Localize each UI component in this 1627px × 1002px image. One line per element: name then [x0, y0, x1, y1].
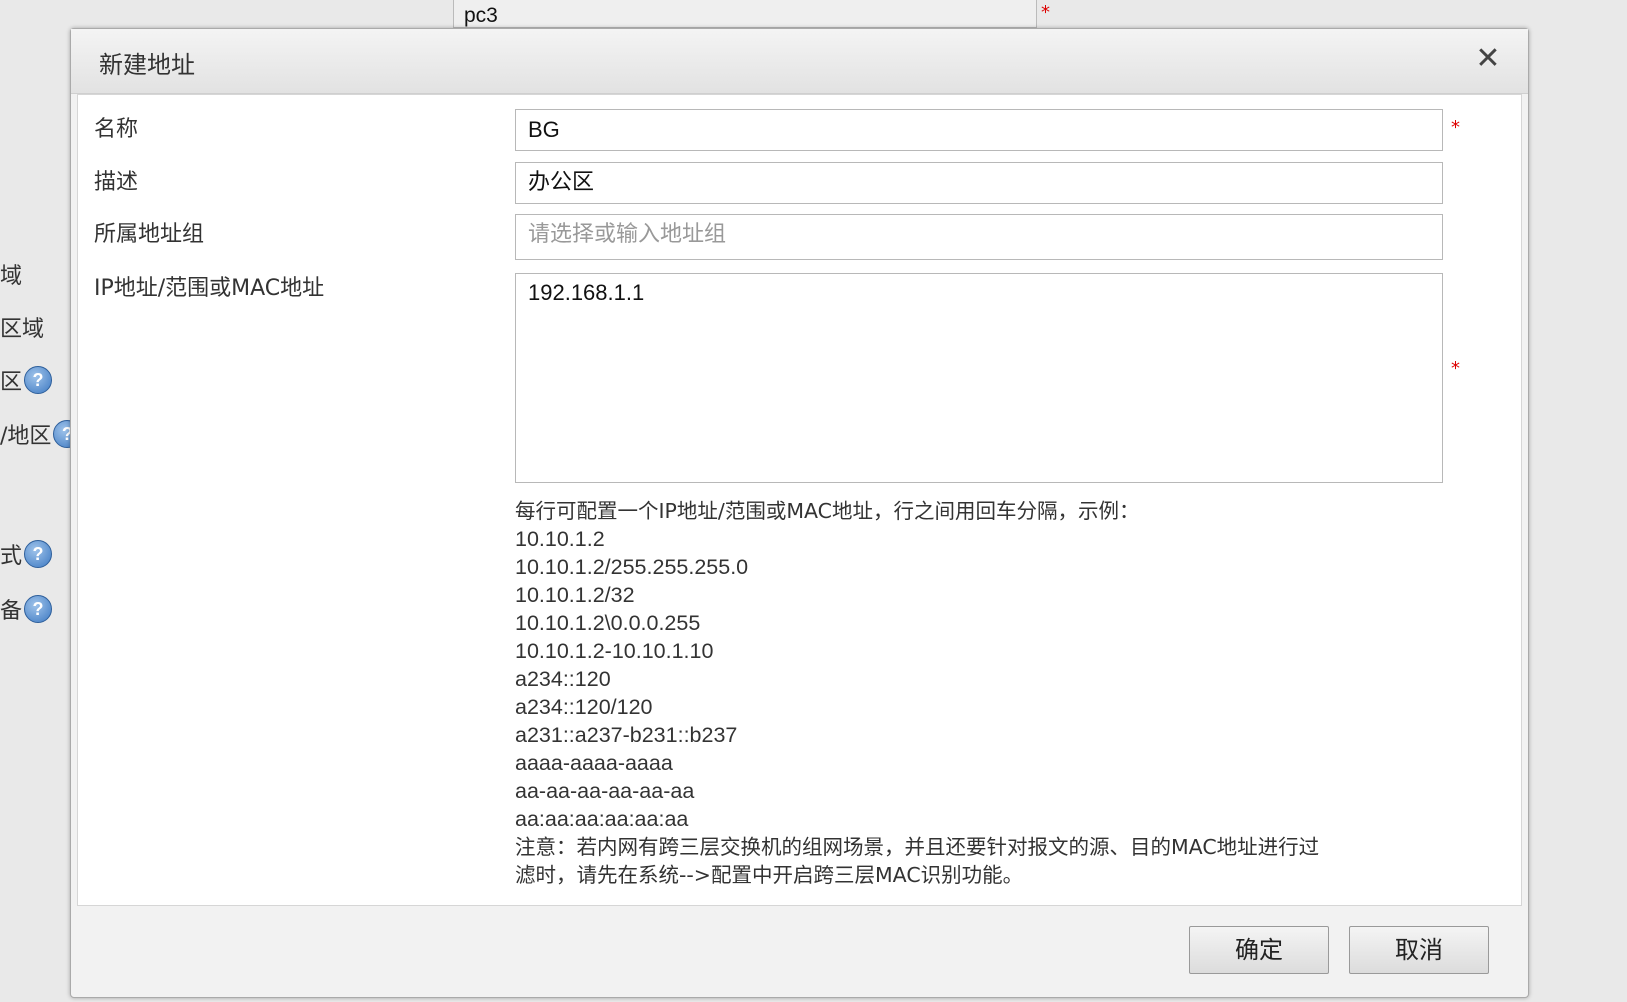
- address-label: IP地址/范围或MAC地址: [94, 276, 325, 301]
- dialog-header[interactable]: 新建地址 ✕: [71, 29, 1528, 94]
- background-left-label: 域: [0, 264, 23, 289]
- address-group-label: 所属地址组: [94, 222, 205, 247]
- help-example: aa:aa:aa:aa:aa:aa: [515, 807, 689, 831]
- dialog-body: 名称 BG * 描述 办公区 所属地址组 请选择或输入地址组 IP地址/范围或M…: [77, 94, 1522, 906]
- new-address-dialog: 新建地址 ✕ 名称 BG * 描述 办公区 所属地址组 请选择或输入地址组 IP…: [70, 28, 1529, 998]
- background-cell-text: pc3: [464, 4, 498, 27]
- background-required-marker: *: [1041, 2, 1050, 23]
- help-example: aaaa-aaaa-aaaa: [515, 751, 673, 775]
- name-input[interactable]: BG: [515, 109, 1443, 151]
- address-help-text: 每行可配置一个IP地址/范围或MAC地址，行之间用回车分隔，示例： 10.10.…: [515, 497, 1475, 889]
- cancel-button[interactable]: 取消: [1349, 926, 1489, 974]
- address-group-select[interactable]: 请选择或输入地址组: [515, 214, 1443, 260]
- help-note: 滤时，请先在系统-->配置中开启跨三层MAC识别功能。: [515, 863, 1024, 887]
- name-label: 名称: [94, 117, 139, 142]
- help-example: 10.10.1.2-10.10.1.10: [515, 639, 714, 663]
- background-left-label: 备 ?: [0, 593, 53, 625]
- help-example: a231::a237-b231::b237: [515, 723, 738, 747]
- help-intro: 每行可配置一个IP地址/范围或MAC地址，行之间用回车分隔，示例：: [515, 499, 1140, 523]
- help-icon[interactable]: ?: [24, 595, 53, 623]
- help-example: 10.10.1.2/255.255.255.0: [515, 555, 749, 579]
- help-example: 10.10.1.2/32: [515, 583, 635, 607]
- background-left-label: 区域: [0, 317, 45, 342]
- help-example: aa-aa-aa-aa-aa-aa: [515, 779, 695, 803]
- required-marker: *: [1451, 117, 1460, 138]
- background-table-cell: pc3: [453, 0, 1037, 28]
- description-input[interactable]: 办公区: [515, 162, 1443, 204]
- help-icon[interactable]: ?: [24, 366, 53, 394]
- help-example: 10.10.1.2\0.0.0.255: [515, 611, 701, 635]
- help-example: 10.10.1.2: [515, 527, 605, 551]
- help-note: 注意：若内网有跨三层交换机的组网场景，并且还要针对报文的源、目的MAC地址进行过: [515, 835, 1320, 859]
- background-left-label: 区 ?: [0, 364, 53, 396]
- address-textarea[interactable]: 192.168.1.1: [515, 273, 1443, 483]
- close-icon[interactable]: ✕: [1470, 41, 1506, 77]
- required-marker: *: [1451, 358, 1460, 379]
- description-label: 描述: [94, 170, 139, 195]
- background-left-label: 式 ?: [0, 538, 53, 570]
- help-icon[interactable]: ?: [24, 540, 53, 568]
- confirm-button[interactable]: 确定: [1189, 926, 1329, 974]
- dialog-title: 新建地址: [99, 51, 195, 79]
- help-example: a234::120: [515, 667, 611, 691]
- help-example: a234::120/120: [515, 695, 653, 719]
